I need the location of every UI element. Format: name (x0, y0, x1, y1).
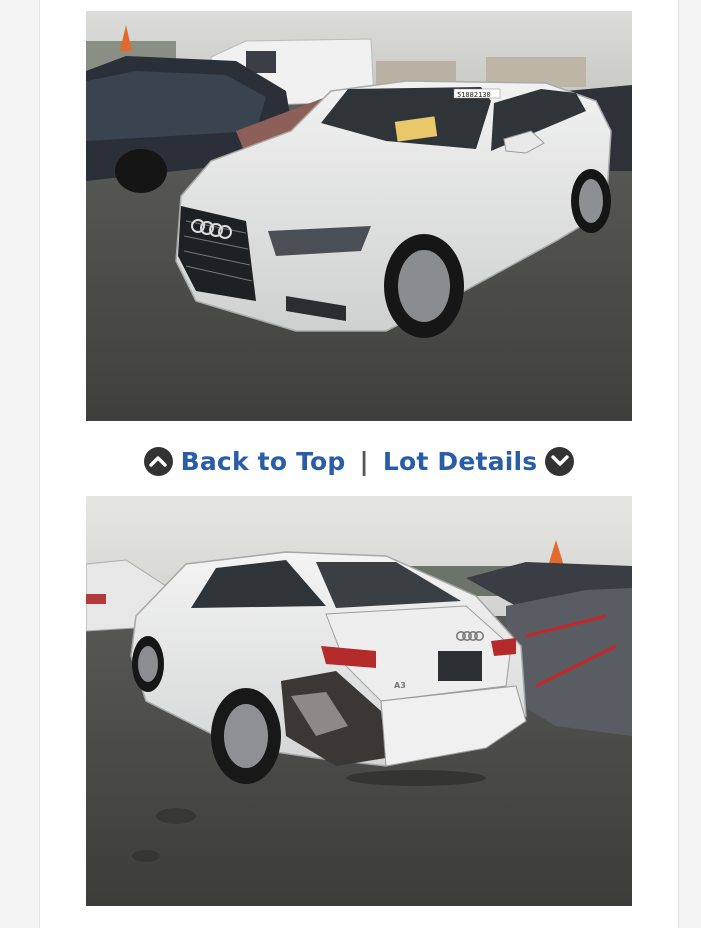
chevron-down-circle-icon (545, 446, 575, 476)
lot-details-link[interactable]: Lot Details (382, 446, 575, 476)
chevron-up-circle-icon (143, 446, 173, 476)
back-to-top-link[interactable]: Back to Top (143, 446, 346, 476)
rear-badge-text: A3 (394, 681, 406, 690)
nav-separator: | (359, 446, 369, 476)
lot-details-label: Lot Details (382, 446, 538, 476)
vehicle-photo-rear[interactable]: A3 (86, 496, 632, 906)
vehicle-photo-front[interactable]: 51882130 (86, 11, 632, 421)
photo-navigation: Back to Top | Lot Details (39, 438, 679, 484)
lot-tag-text: 51882130 (457, 91, 491, 99)
back-to-top-label: Back to Top (180, 446, 346, 476)
